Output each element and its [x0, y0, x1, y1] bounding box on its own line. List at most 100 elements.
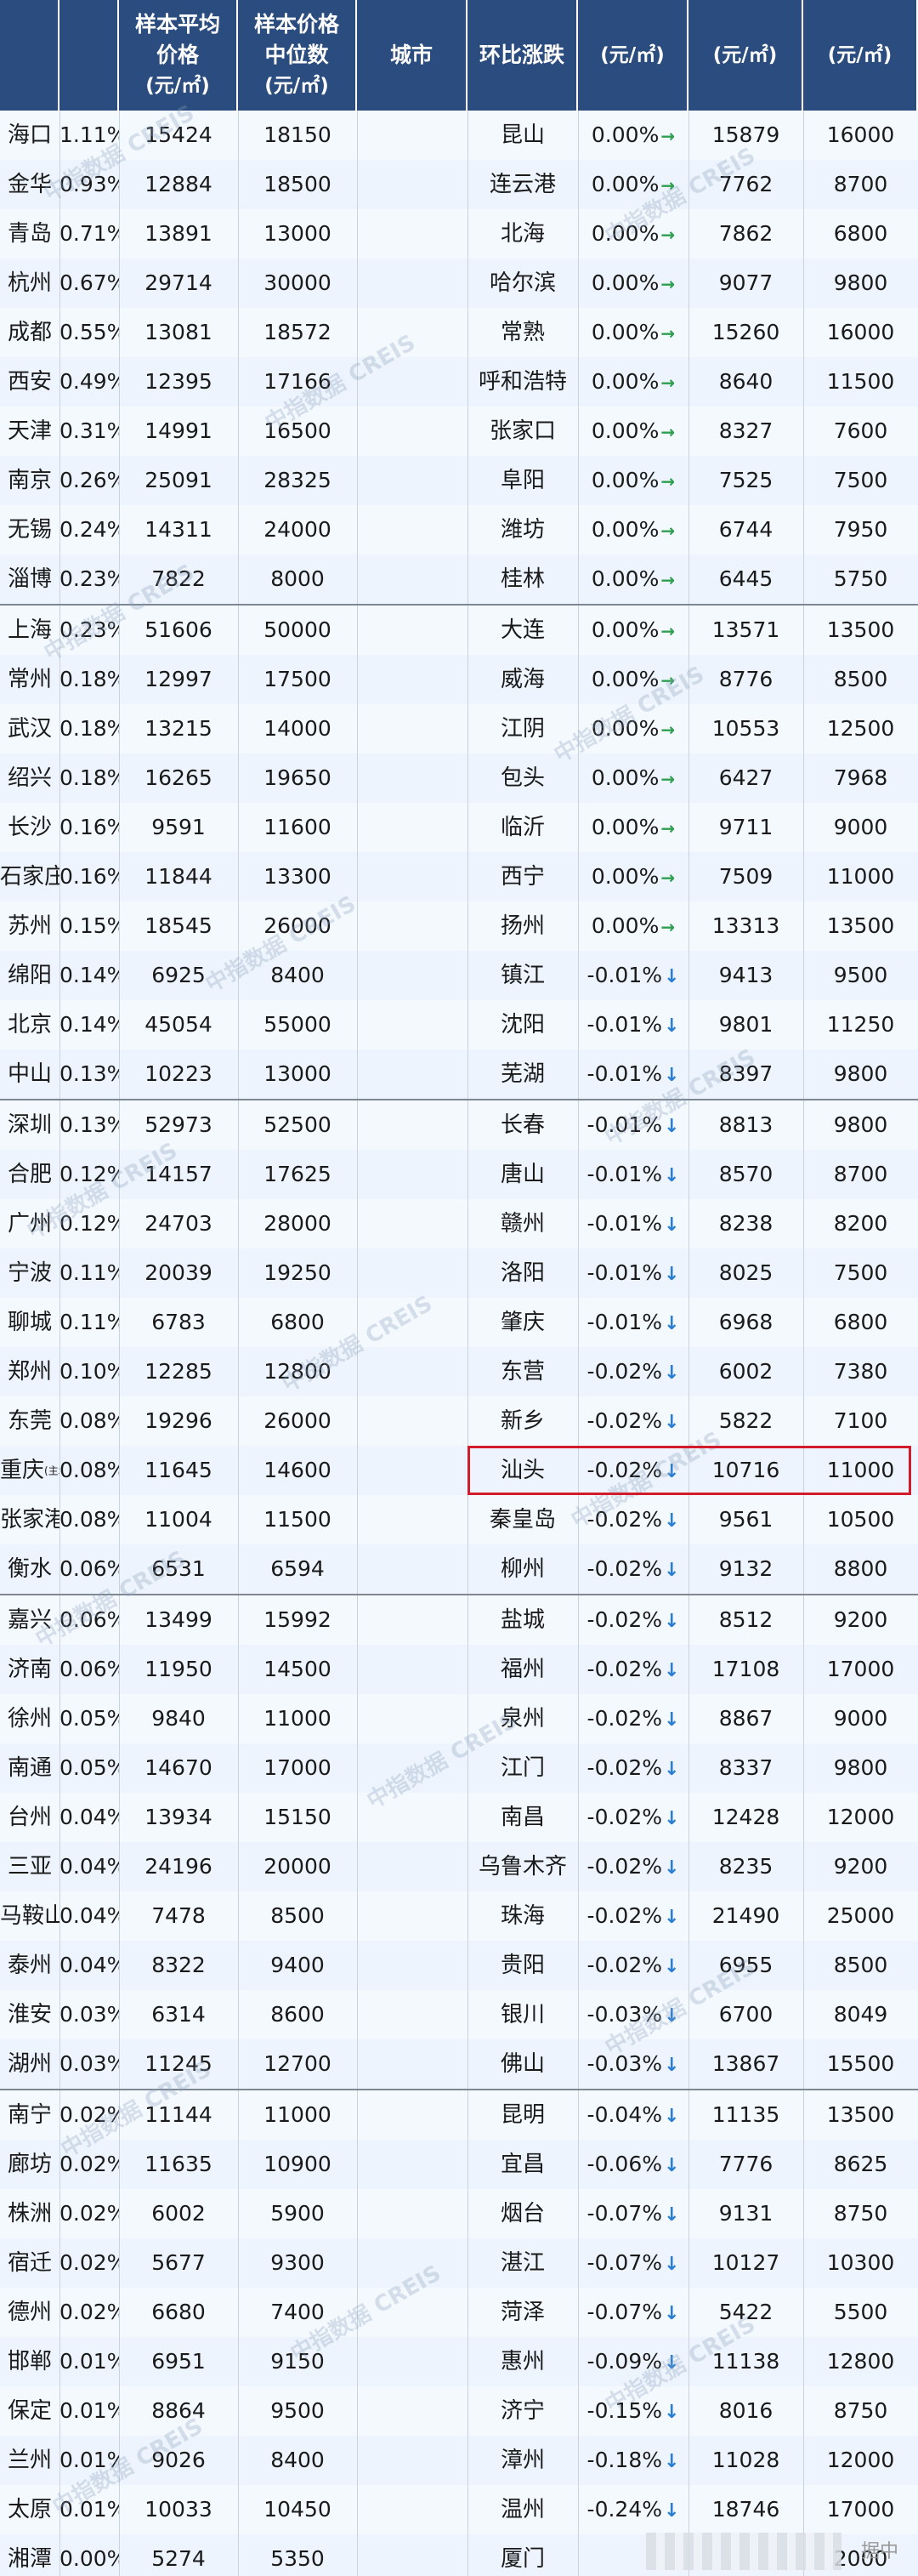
change-percent-text: 0.08% [60, 1458, 119, 1482]
median-price-text: 17000 [826, 2497, 895, 2522]
table-row: 济南 0.06%↑ 11950 14500 福州 -0.02%↓ 17108 17000 [0, 1645, 918, 1694]
city-name-text: 湘潭 [7, 2546, 52, 2572]
average-price: 7776 [688, 2140, 803, 2189]
median-price: 7500 [803, 1248, 918, 1298]
average-price-text: 12395 [144, 369, 212, 394]
median-price: 17000 [238, 1743, 357, 1793]
city-name: 贵阳 [468, 1941, 578, 1990]
city-name-text: 南宁 [7, 2102, 52, 2128]
average-price: 24196 [119, 1842, 238, 1891]
city-name: 宁波 [0, 1248, 60, 1298]
city-name-text: 张家口 [489, 418, 556, 444]
change-percent-text: 0.00% [591, 122, 660, 147]
change-percent: -0.09%↓ [578, 2337, 688, 2386]
city-name-text: 连云港 [489, 172, 556, 197]
city-name: 泉州 [468, 1694, 578, 1743]
median-price-text: 7100 [833, 1408, 888, 1433]
city-name-text: 常熟 [500, 320, 545, 345]
average-price-text: 9131 [718, 2201, 774, 2226]
change-percent: -0.24%↓ [578, 2485, 688, 2534]
city-name-text: 秦皇岛 [489, 1507, 556, 1533]
city-name-text: 东营 [500, 1359, 545, 1385]
average-price: 6445 [688, 554, 803, 604]
median-price: 7500 [803, 456, 918, 505]
average-price-text: 14991 [144, 418, 212, 443]
change-percent-text: -0.15% [586, 2398, 662, 2423]
table-row: 泰州 0.04%↑ 8322 9400 贵阳 -0.02%↓ 6955 8500 [0, 1941, 918, 1990]
average-price: 9711 [688, 803, 803, 852]
city-name-text: 江门 [500, 1755, 545, 1781]
change-percent: 0.00%→ [578, 753, 688, 803]
blurred-credit [646, 2533, 842, 2570]
city-name-text: 柳州 [500, 1556, 545, 1582]
table-row: 聊城 0.11%↑ 6783 6800 肇庆 -0.01%↓ 6968 6800 [0, 1298, 918, 1347]
city-name: 台州 [0, 1793, 60, 1842]
average-price: 10033 [119, 2485, 238, 2534]
average-price-text: 16265 [144, 765, 212, 790]
table-row: 石家庄0.16%↑ 11844 13300 西宁 0.00%→ 7509 11000 [0, 852, 918, 901]
average-price-text: 8016 [718, 2398, 774, 2423]
city-note: (主城区) [44, 1464, 60, 1477]
median-price-text: 17625 [264, 1162, 332, 1186]
city-name: 上海 [0, 606, 60, 655]
median-price-text: 8500 [833, 1953, 888, 1977]
city-name: 重庆(主城区) [0, 1446, 60, 1495]
city-name-text: 呼和浩特 [478, 369, 567, 395]
median-price-text: 5500 [833, 2300, 888, 2324]
median-price: 6800 [803, 1298, 918, 1347]
trend-down-icon: ↓ [664, 1362, 680, 1384]
median-price-text: 8750 [833, 2201, 888, 2226]
median-price-text: 6800 [833, 1310, 888, 1334]
average-price-text: 17108 [711, 1657, 780, 1681]
change-percent: -0.02%↓ [578, 1396, 688, 1446]
average-price-text: 9801 [718, 1012, 774, 1037]
city-name: 福州 [468, 1645, 578, 1694]
average-price: 52973 [119, 1100, 238, 1150]
column-divider [357, 111, 358, 2576]
average-price: 6680 [119, 2288, 238, 2337]
median-price: 52500 [238, 1100, 357, 1150]
table-row: 北京 0.14%↑ 45054 55000 沈阳 -0.01%↓ 9801 11250 [0, 1000, 918, 1049]
change-percent: 0.00%→ [578, 456, 688, 505]
city-name-text: 福州 [500, 1657, 545, 1682]
average-price: 12997 [119, 655, 238, 704]
city-name: 东营 [468, 1347, 578, 1396]
average-price-text: 11144 [144, 2102, 212, 2127]
city-name: 湘潭 [0, 2534, 60, 2576]
median-price: 8625 [803, 2140, 918, 2189]
table-row: 深圳 0.13%↑ 52973 52500 长春 -0.01%↓ 8813 9800 [0, 1100, 918, 1150]
median-price: 9800 [803, 1049, 918, 1099]
city-name: 湛江 [468, 2238, 578, 2288]
trend-down-icon: ↓ [664, 1412, 680, 1433]
average-price-text: 6744 [718, 517, 774, 542]
average-price-text: 7822 [151, 566, 206, 591]
table-row: 绵阳 0.14%↑ 6925 8400 镇江 -0.01%↓ 9413 9500 [0, 951, 918, 1000]
median-price-text: 10450 [264, 2497, 332, 2522]
median-price-text: 18150 [264, 122, 332, 147]
median-price: 26000 [238, 901, 357, 951]
median-price-text: 5900 [270, 2201, 325, 2226]
average-price: 8776 [688, 655, 803, 704]
median-price-text: 7380 [833, 1359, 888, 1384]
change-percent: -0.02%↓ [578, 1347, 688, 1396]
average-price: 8640 [688, 357, 803, 407]
change-percent: 0.55%↑ [60, 308, 119, 357]
city-name-text: 漳州 [500, 2448, 545, 2473]
change-percent-text: 0.00% [591, 716, 660, 741]
city-name: 宜昌 [468, 2140, 578, 2189]
average-price: 9077 [688, 259, 803, 308]
change-percent-text: 0.02% [60, 2102, 119, 2127]
change-percent: 0.01%↑ [60, 2436, 119, 2485]
change-percent-text: -0.02% [586, 1507, 662, 1532]
median-price-text: 15150 [264, 1805, 332, 1829]
change-percent: 0.00%→ [578, 407, 688, 456]
median-price: 24000 [238, 505, 357, 554]
table-row: 青岛 0.71%↑ 13891 13000 北海 0.00%→ 7862 6800 [0, 209, 918, 259]
median-price: 16500 [238, 407, 357, 456]
trend-down-icon: ↓ [664, 1759, 680, 1780]
change-percent: -0.01%↓ [578, 1199, 688, 1248]
city-name: 江阴 [468, 704, 578, 753]
city-name-text: 沈阳 [500, 1012, 545, 1038]
median-price: 7380 [803, 1347, 918, 1396]
median-price-text: 16500 [264, 418, 332, 443]
